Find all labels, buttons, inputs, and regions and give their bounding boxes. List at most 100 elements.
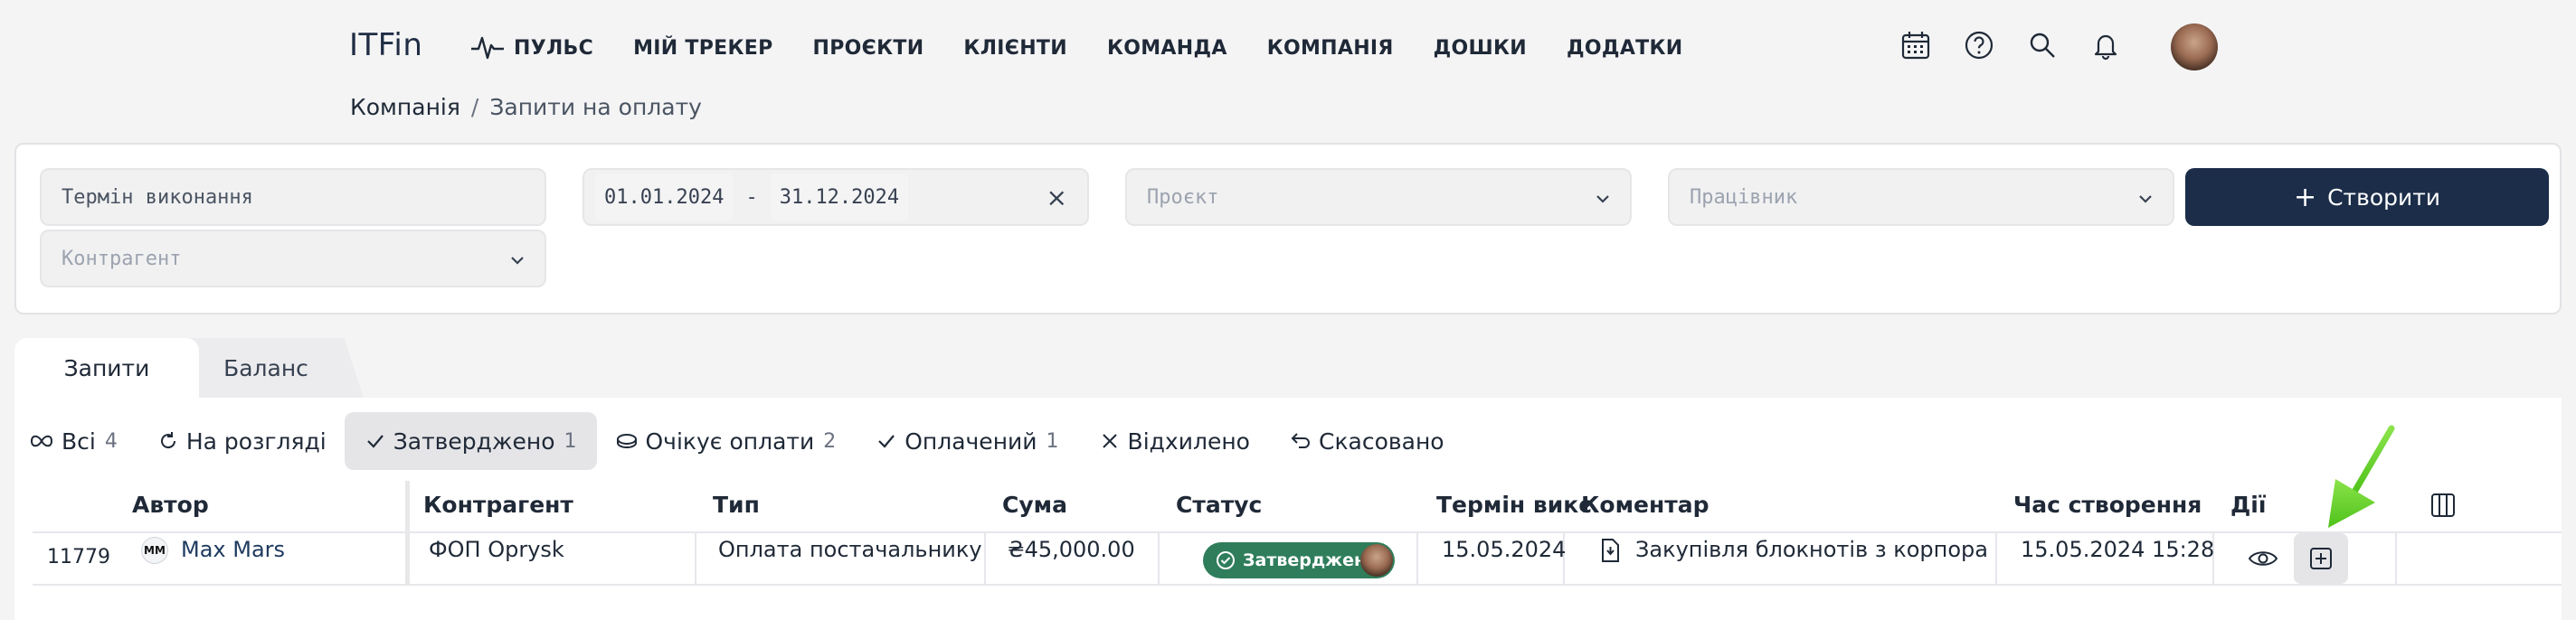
date-separator: -: [745, 185, 758, 209]
breadcrumb-current: Запити на оплату: [489, 94, 702, 120]
status-filter-cancelled[interactable]: Скасовано: [1290, 412, 1444, 470]
nav-item-label: Додатки: [1567, 36, 1683, 60]
sum-cell: ₴45,000.00: [1008, 537, 1135, 562]
status-filter-awaiting-payment[interactable]: Очікує оплати 2: [615, 412, 837, 470]
status-filter-count: 1: [564, 429, 577, 453]
nav-item-boards[interactable]: Дошки: [1434, 37, 1527, 60]
date-to[interactable]: 31.12.2024: [770, 173, 909, 221]
create-button[interactable]: + Створити: [2185, 168, 2549, 226]
column-divider: [1416, 531, 1418, 584]
date-range-picker[interactable]: 01.01.2024 - 31.12.2024 ×: [582, 168, 1089, 226]
status-filter-count: 2: [823, 429, 837, 453]
column-header-created[interactable]: Час створення: [2013, 492, 2202, 518]
column-header-counterparty[interactable]: Контрагент: [423, 492, 573, 518]
status-filter-rejected[interactable]: Відхилено: [1099, 412, 1250, 470]
column-header-author[interactable]: Автор: [132, 492, 209, 518]
type-cell: Оплата постачальнику: [718, 537, 982, 562]
nav-item-label: Мій трекер: [633, 36, 773, 60]
infinity-icon: [30, 435, 53, 447]
employee-placeholder: Працівник: [1690, 185, 1798, 209]
check-icon: [878, 435, 895, 448]
plus-square-icon: [2310, 548, 2332, 569]
add-action-button[interactable]: [2294, 533, 2348, 584]
status-filter-label: Оплачений: [904, 427, 1037, 455]
created-cell: 15.05.2024 15:28: [2021, 537, 2215, 562]
nav-item-label: Дошки: [1433, 36, 1528, 60]
tab-label: Запити: [63, 354, 150, 381]
clear-date-icon[interactable]: ×: [1046, 183, 1067, 212]
request-id: 11779: [47, 546, 110, 568]
counterparty-select[interactable]: Контрагент: [40, 230, 546, 287]
nav-item-label: Команда: [1106, 36, 1227, 60]
column-divider: [1158, 531, 1160, 584]
nav-item-label: Проєкти: [812, 36, 924, 60]
nav-item-label: Компанія: [1266, 36, 1394, 60]
status-filter-label: Скасовано: [1318, 427, 1444, 455]
nav-item-pulse[interactable]: Пульс: [470, 34, 593, 61]
check-icon: [366, 435, 384, 448]
status-badge-label: Затверджено: [1243, 550, 1378, 570]
chevron-down-icon: [511, 257, 524, 265]
tab-label: Баланс: [223, 354, 308, 381]
status-filter-label: На розгляді: [185, 427, 327, 455]
columns-settings-icon[interactable]: [2429, 492, 2457, 519]
column-header-due[interactable]: Термін викс: [1436, 492, 1592, 518]
eye-icon: [2248, 551, 2278, 566]
user-avatar[interactable]: [2171, 23, 2218, 70]
pulse-icon: [471, 36, 504, 60]
date-from[interactable]: 01.01.2024: [595, 173, 734, 221]
status-filter-approved[interactable]: Затверджено 1: [344, 412, 597, 470]
column-header-sum[interactable]: Сума: [1002, 492, 1067, 518]
column-divider: [405, 481, 410, 586]
breadcrumb-parent[interactable]: Компанія: [350, 94, 460, 120]
column-divider: [984, 531, 986, 584]
column-header-status[interactable]: Статус: [1176, 492, 1262, 518]
comment-cell: Закупівля блокнотів з корпорат: [1599, 537, 1988, 563]
nav-item-clients[interactable]: Клієнти: [963, 37, 1067, 60]
status-filter-label: Очікує оплати: [645, 427, 815, 455]
author-cell[interactable]: MM Max Mars: [141, 537, 285, 564]
column-header-actions: Дії: [2230, 492, 2267, 518]
status-filter-review[interactable]: На розгляді: [157, 412, 327, 470]
bell-icon[interactable]: [2088, 27, 2124, 63]
counterparty-placeholder: Контрагент: [62, 247, 182, 270]
breadcrumb-separator: /: [470, 94, 479, 120]
help-icon[interactable]: [1961, 27, 1997, 63]
annotation-arrow-icon: [2328, 425, 2395, 528]
table-header-divider: [33, 531, 2562, 533]
view-button[interactable]: [2236, 533, 2290, 584]
x-icon: [1102, 434, 1117, 448]
nav-item-company[interactable]: Компанія: [1267, 37, 1394, 60]
table-row-divider: [33, 584, 2562, 586]
nav-item-projects[interactable]: Проєкти: [813, 37, 924, 60]
nav-item-apps[interactable]: Додатки: [1567, 37, 1682, 60]
status-filter-all[interactable]: Всі 4: [29, 412, 118, 470]
status-filter-count: 1: [1046, 429, 1059, 453]
author-initials-avatar: MM: [141, 537, 168, 564]
check-circle-icon: [1217, 551, 1235, 569]
plus-icon: +: [2293, 181, 2317, 213]
breadcrumb: Компанія / Запити на оплату: [350, 94, 702, 120]
counterparty-cell: ФОП Oprysk: [429, 537, 564, 562]
project-placeholder: Проєкт: [1147, 185, 1219, 209]
comment-text: Закупівля блокнотів з корпорат: [1635, 537, 1988, 562]
nav-icons: [1898, 27, 2151, 63]
calendar-icon[interactable]: [1898, 27, 1934, 63]
status-filter-label: Всі: [62, 427, 96, 455]
nav-item-team[interactable]: Команда: [1107, 37, 1227, 60]
app-logo[interactable]: ITFin: [349, 27, 422, 63]
employee-select[interactable]: Працівник: [1668, 168, 2174, 226]
search-icon[interactable]: [2024, 27, 2060, 63]
project-select[interactable]: Проєкт: [1125, 168, 1632, 226]
due-date-input[interactable]: Термін виконання: [40, 168, 546, 226]
column-header-comment[interactable]: Коментар: [1581, 492, 1709, 518]
column-header-type[interactable]: Тип: [713, 492, 760, 518]
approver-avatar: [1360, 544, 1393, 577]
nav-item-my-tracker[interactable]: Мій трекер: [633, 37, 772, 60]
author-name[interactable]: Max Mars: [181, 537, 285, 562]
main-nav: Пульс Мій трекер Проєкти Клієнти Команда…: [470, 34, 1722, 61]
tab-requests[interactable]: Запити: [14, 338, 199, 398]
status-badge: Затверджено: [1203, 542, 1395, 578]
status-filter-paid[interactable]: Оплачений 1: [876, 412, 1059, 470]
coins-icon: [616, 434, 637, 449]
